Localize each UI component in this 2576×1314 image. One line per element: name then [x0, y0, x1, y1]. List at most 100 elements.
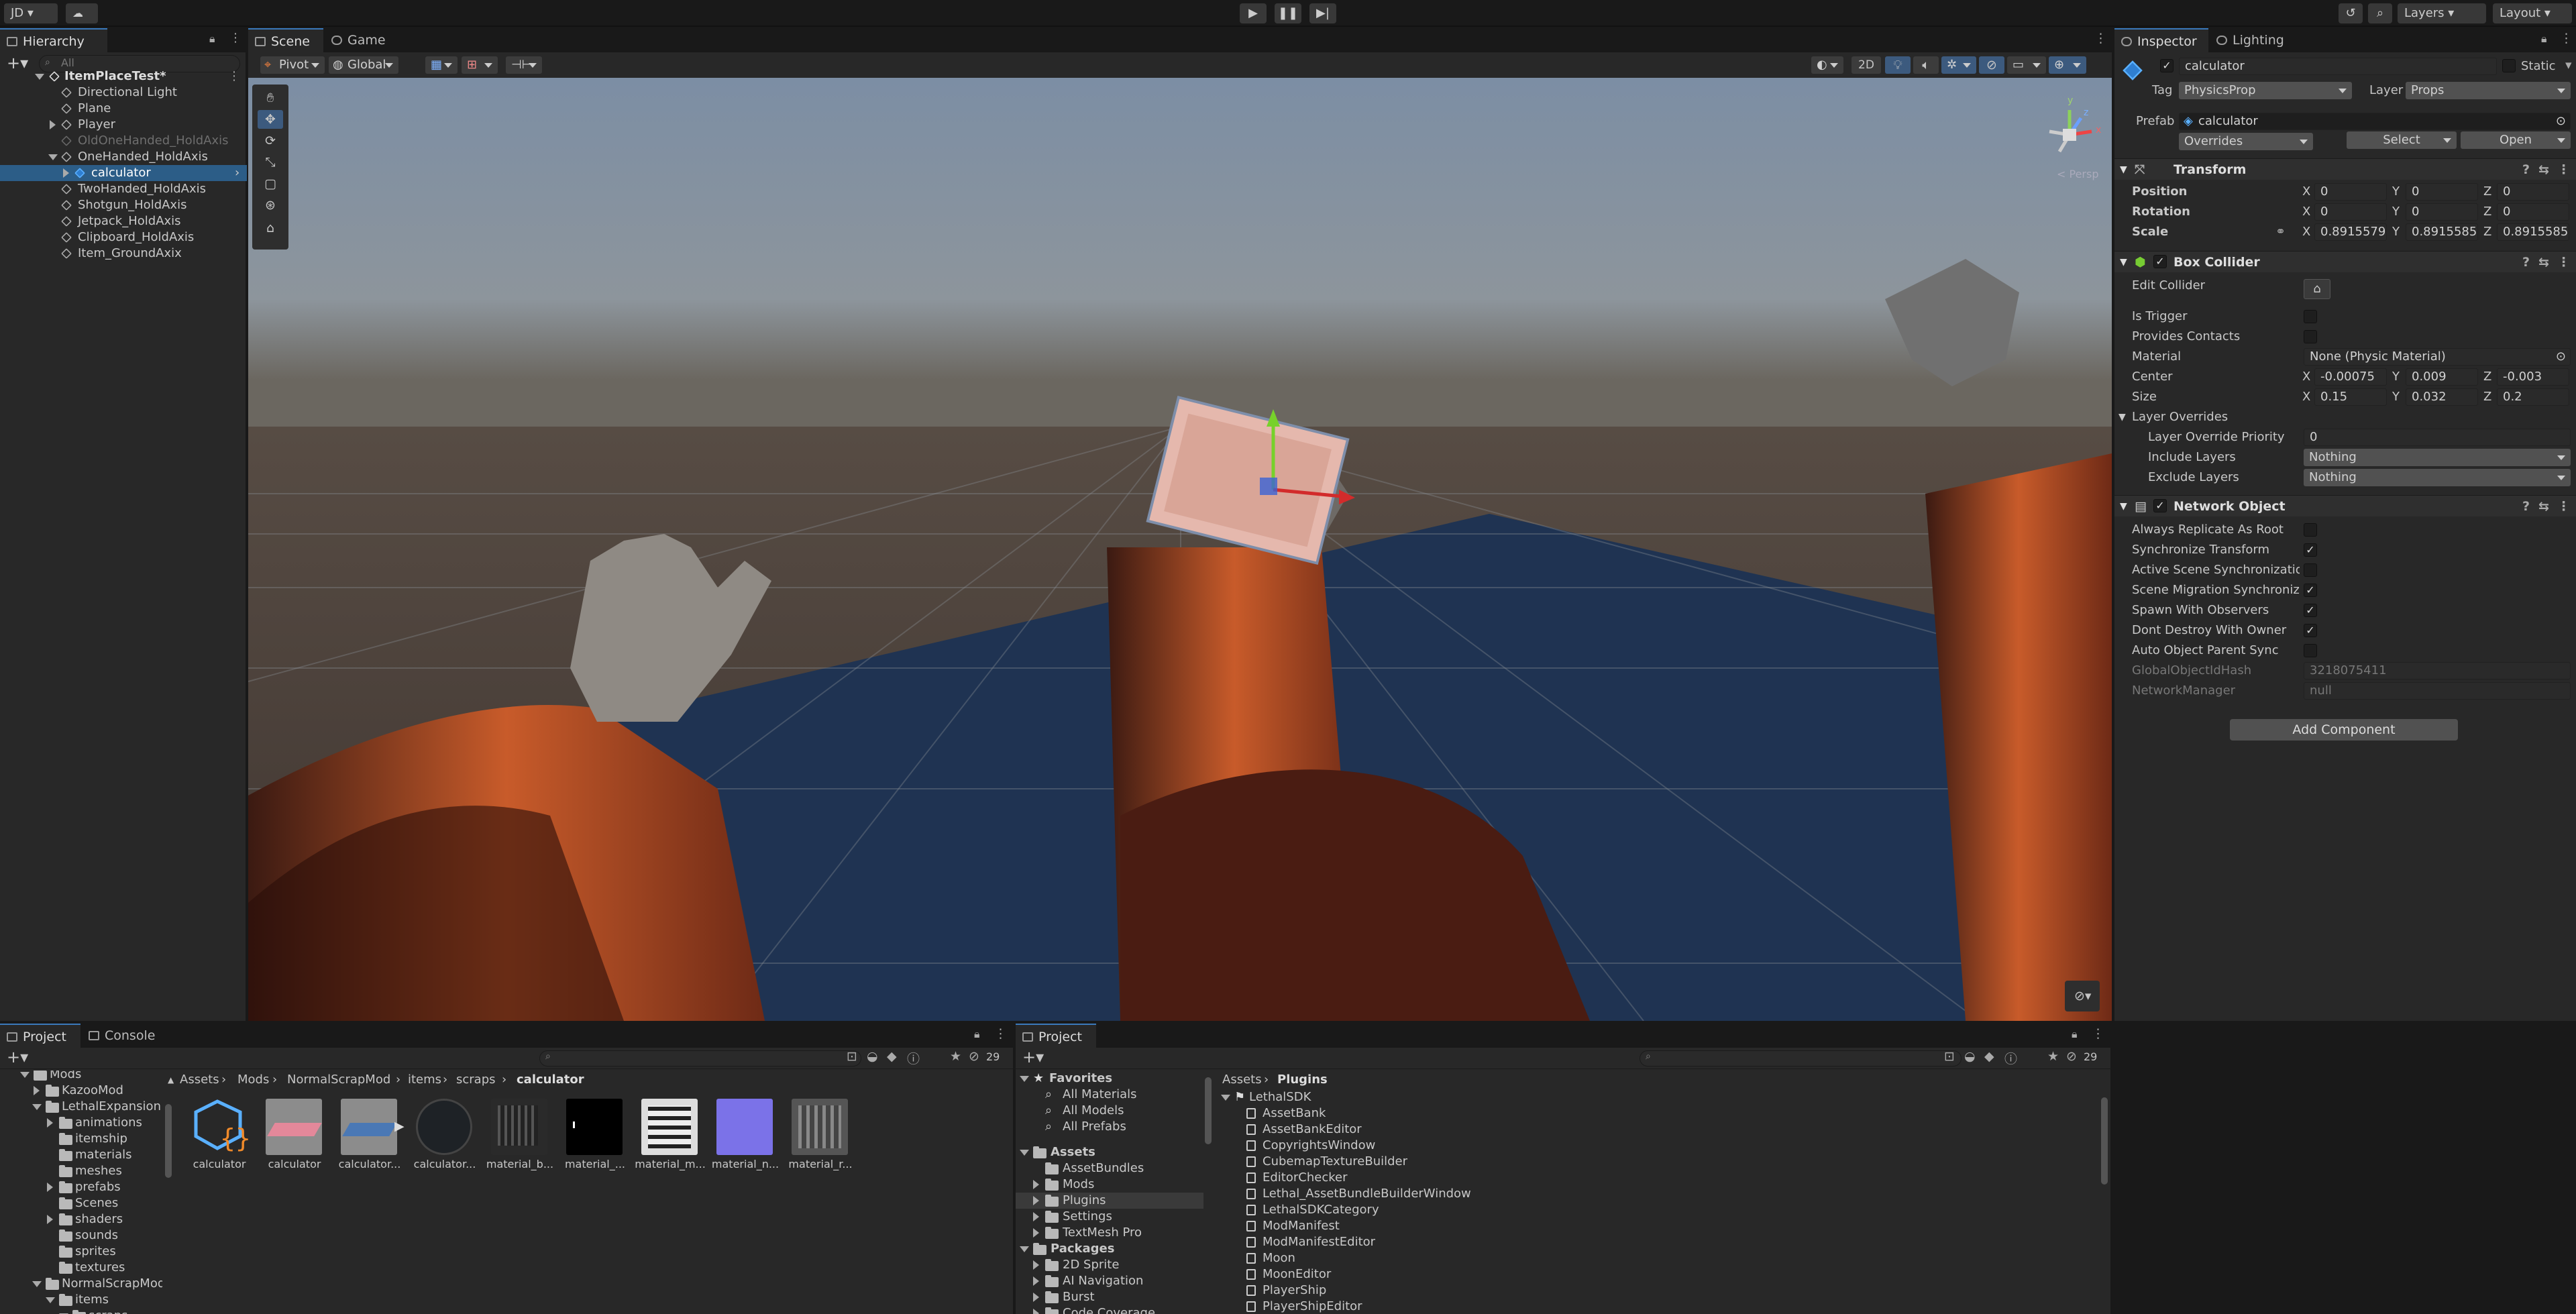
is-trigger-checkbox[interactable] [2304, 310, 2317, 323]
scale-y-field[interactable]: 0.8915585 [2406, 223, 2478, 241]
filter-icon[interactable]: ◒ [867, 1049, 878, 1064]
network-row-checkbox[interactable]: ✓ [2304, 624, 2317, 637]
material-field[interactable]: None (Physic Material) ⊙ [2304, 348, 2571, 366]
tree-scrollbar[interactable] [1205, 1077, 1212, 1144]
expand-icon[interactable] [47, 1118, 53, 1128]
priority-field[interactable]: 0 [2304, 429, 2571, 446]
hierarchy-item[interactable]: Player [0, 117, 247, 133]
box-collider-enabled-checkbox[interactable]: ✓ [2153, 255, 2167, 268]
lighting-toggle[interactable]: 💡︎ [1885, 56, 1911, 74]
more-icon[interactable]: ⋮ [2557, 252, 2570, 273]
scale-x-field[interactable]: 0.8915579 [2314, 223, 2387, 241]
search-button[interactable]: ⌕ [2368, 3, 2392, 23]
label-icon[interactable]: ◆ [887, 1049, 897, 1064]
search-by-type-icon[interactable]: ⊡ [847, 1049, 857, 1064]
hidden-packages-icon[interactable]: ⊘ [2066, 1049, 2077, 1064]
center-x-field[interactable]: -0.00075 [2314, 368, 2387, 386]
expand-icon[interactable] [1033, 1180, 1039, 1189]
tab-inspector[interactable]: Inspector [2114, 28, 2208, 52]
orientation-gizmo[interactable]: y x z < Persp [2033, 95, 2106, 185]
history-button[interactable]: ↺ [2339, 3, 2363, 23]
expand-icon[interactable] [1020, 1246, 1029, 1252]
pause-button[interactable]: ❚❚ [1275, 3, 1301, 23]
filter-icon[interactable]: ◒ [1964, 1049, 1976, 1064]
help-icon[interactable]: ? [2522, 159, 2530, 180]
search-by-type-icon[interactable]: ⊡ [1944, 1049, 1955, 1064]
tag-dropdown[interactable]: PhysicsProp [2179, 82, 2352, 99]
position-z-field[interactable]: 0 [2497, 183, 2569, 201]
asset-item[interactable]: material_m... [633, 1097, 707, 1178]
object-picker-icon[interactable]: ⊙ [2556, 349, 2566, 365]
more-icon[interactable]: ⋮ [2557, 496, 2570, 517]
exclude-layers-dropdown[interactable]: Nothing [2304, 469, 2571, 486]
expand-icon[interactable] [1033, 1260, 1039, 1270]
preset-icon[interactable]: ⇆ [2538, 496, 2549, 517]
network-object-enabled-checkbox[interactable]: ✓ [2153, 499, 2167, 512]
project-search-input[interactable]: ⌕ [539, 1050, 861, 1066]
expand-icon[interactable] [32, 1281, 42, 1287]
network-row-checkbox[interactable] [2304, 644, 2317, 657]
expand-icon[interactable] [1033, 1212, 1039, 1221]
provides-contacts-checkbox[interactable] [2304, 330, 2317, 343]
more-icon[interactable]: ⋮ [228, 68, 240, 85]
more-icon[interactable]: ⋮ [229, 31, 241, 45]
collapse-icon[interactable]: ▼ [2120, 159, 2127, 180]
overlay-menu-button[interactable]: ⊘▾ [2065, 981, 2100, 1011]
layer-dropdown[interactable]: Props [2406, 82, 2571, 99]
static-checkbox[interactable] [2502, 59, 2516, 72]
collapse-icon[interactable]: ▼ [2120, 252, 2127, 273]
pivot-dropdown[interactable]: ⌖ Pivot [260, 56, 325, 74]
breadcrumb-current[interactable]: calculator [517, 1071, 584, 1089]
hierarchy-item[interactable]: Item_GroundAxix [0, 245, 247, 262]
network-row-checkbox[interactable] [2304, 563, 2317, 577]
favorite-icon[interactable]: ★ [2047, 1049, 2059, 1064]
warning-icon[interactable]: ⓘ [907, 1049, 920, 1067]
increment-snap-dropdown[interactable]: ⊣⊢ [506, 56, 542, 74]
gizmos-dropdown[interactable]: ⊕ [2049, 56, 2086, 74]
expand-icon[interactable] [46, 1297, 55, 1303]
camera-dropdown[interactable]: ▭ [2007, 56, 2046, 74]
expand-icon[interactable] [1020, 1076, 1029, 1082]
scale-tool[interactable]: ⤡ [258, 153, 283, 172]
center-y-field[interactable]: 0.009 [2406, 368, 2478, 386]
scene-row[interactable]: ItemPlaceTest* ⋮ [0, 68, 247, 85]
expand-icon[interactable] [35, 74, 44, 80]
hierarchy-item[interactable]: Shotgun_HoldAxis [0, 197, 247, 213]
layer-overrides-row[interactable]: ▼ Layer Overrides [2114, 408, 2576, 427]
edit-collider-button[interactable]: ⌂ [2304, 279, 2330, 299]
more-icon[interactable]: ⋮ [2560, 31, 2573, 46]
layers-dropdown[interactable]: Layers ▾ [2398, 3, 2486, 23]
effects-dropdown[interactable]: ✲ [1941, 56, 1976, 74]
asset-item[interactable]: calculator... [408, 1097, 482, 1178]
hierarchy-item-selected[interactable]: calculator › [0, 165, 247, 181]
expand-asset-icon[interactable]: ▶ [394, 1119, 405, 1134]
asset-item[interactable]: material_r... [784, 1097, 857, 1178]
size-z-field[interactable]: 0.2 [2497, 388, 2569, 406]
size-y-field[interactable]: 0.032 [2406, 388, 2478, 406]
box-collider-header[interactable]: ▼ ⬢ ✓ Box Collider ? ⇆ ⋮ [2114, 251, 2576, 272]
tab-console[interactable]: Console [82, 1024, 169, 1048]
more-icon[interactable]: ⋮ [994, 1026, 1007, 1041]
preset-icon[interactable]: ⇆ [2538, 252, 2549, 273]
play-button[interactable]: ▶ [1240, 3, 1267, 23]
global-dropdown[interactable]: ◍ Global [329, 56, 398, 74]
tab-project[interactable]: Project [1016, 1024, 1096, 1048]
asset-item[interactable]: material_... [558, 1097, 632, 1178]
rotation-x-field[interactable]: 0 [2314, 203, 2387, 221]
hierarchy-item[interactable]: Plane [0, 101, 247, 117]
hidden-objects-toggle[interactable]: ⊘ [1979, 56, 2004, 74]
link-icon[interactable]: ⚭ [2275, 223, 2286, 241]
hierarchy-item[interactable]: OldOneHanded_HoldAxis [0, 133, 247, 149]
more-icon[interactable]: ⋮ [2557, 159, 2570, 180]
lock-icon[interactable]: 🔒︎ [2541, 32, 2547, 46]
expand-icon[interactable] [1033, 1309, 1039, 1314]
breadcrumb-item[interactable]: NormalScrapMod [287, 1071, 390, 1089]
custom-tool[interactable]: ⌂ [258, 219, 283, 237]
add-icon[interactable]: +▾ [1022, 1048, 1044, 1066]
lock-icon[interactable]: 🔒︎ [974, 1028, 980, 1041]
tab-scene[interactable]: Scene [248, 28, 323, 52]
warning-icon[interactable]: ⓘ [2004, 1049, 2017, 1067]
add-icon[interactable]: +▾ [7, 1048, 28, 1066]
hierarchy-item[interactable]: Clipboard_HoldAxis [0, 229, 247, 245]
expand-icon[interactable] [1033, 1228, 1039, 1238]
